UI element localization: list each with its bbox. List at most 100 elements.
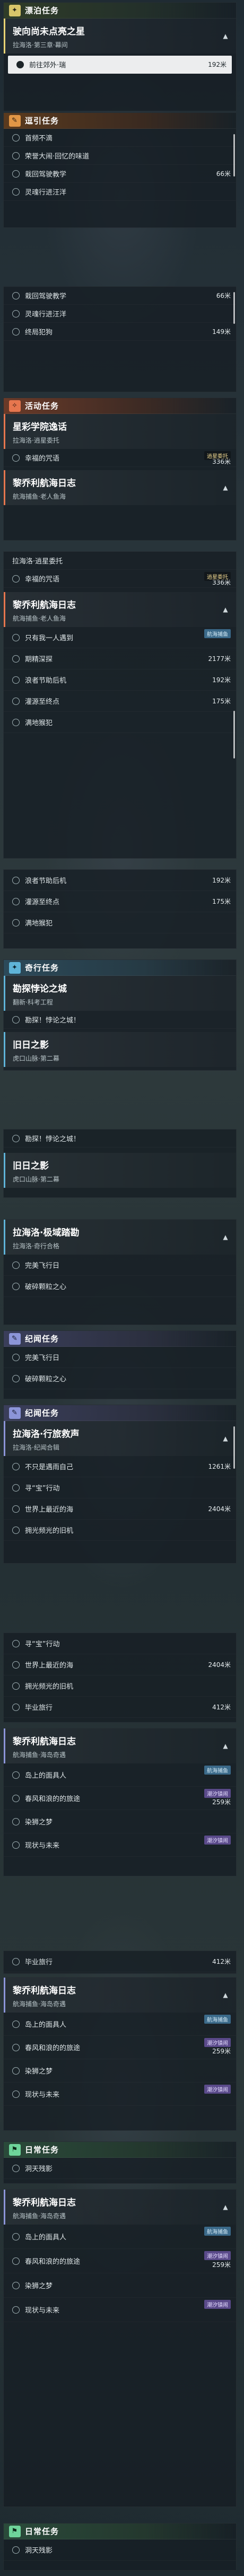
quest-panel: ✎ 逗引任务 首频不滴 荣誉大闹·回忆的味道 栽回驾驶教学 66米 灵魂行进汪洋 (3, 112, 237, 228)
quest-card[interactable]: 驶向尚未点亮之星 拉海洛·第三章·幕间 ▲ (4, 19, 236, 54)
quest-title: 黎乔利航海日志 (13, 1736, 76, 1747)
quest-step[interactable]: 毕业旅行 412米 (4, 1697, 236, 1718)
scrollbar[interactable] (233, 292, 235, 324)
section-header-explore[interactable]: ✎ 逗引任务 (4, 113, 236, 129)
quest-panel: 黎乔利航海日志 航海捕鱼·海岛奇遇 ▲ 岛上的面具人 航海捕鱼 春风和浪的的旅途… (3, 1977, 237, 2131)
section-header-trial[interactable]: ✦ 漂泊任务 (4, 3, 236, 19)
step-label: 幸福的咒语 (25, 576, 60, 584)
quest-step[interactable]: 终局犯狗 149米 (4, 323, 236, 341)
quest-step[interactable]: 不只是遇雨自己 1261米 (4, 1456, 236, 1477)
quest-step[interactable]: 现状与未来 潮汐镇闹 (4, 2083, 236, 2106)
quest-step[interactable]: 完美飞行日 (4, 1347, 236, 1368)
collapse-icon[interactable]: ▲ (220, 604, 231, 615)
quest-step[interactable]: 毕业旅行 412米 (4, 1951, 236, 1972)
collapse-icon[interactable]: ▲ (220, 1433, 231, 1444)
step-label: 染狮之梦 (25, 1819, 53, 1827)
quest-card[interactable]: 黎乔利航海日志 航海捕鱼·老人鱼海 ▲ (4, 470, 236, 505)
collapse-icon[interactable]: ▲ (220, 482, 231, 493)
quest-step[interactable]: 只有我一人遇到 航海捕鱼 (4, 627, 236, 648)
section-header-record[interactable]: ✎ 纪闻任务 (4, 1331, 236, 1347)
quest-step-active[interactable]: 前往郊外·瑞 192米 (8, 56, 232, 74)
section-header-daily[interactable]: ⚑ 日常任务 (4, 2524, 236, 2539)
collapse-icon[interactable]: ▲ (220, 1741, 231, 1751)
collapse-icon[interactable]: ▲ (220, 1990, 231, 2000)
quest-card[interactable]: 拉海洛·行旅救声 拉海洛·纪闻合辑 ▲ (4, 1421, 236, 1456)
quest-step[interactable]: 洞天残影 (4, 2158, 236, 2179)
quest-card[interactable]: 黎乔利航海日志 航海捕鱼·海岛奇遇 ▲ (4, 2190, 236, 2225)
quest-step[interactable]: 满地猴犯 (4, 912, 236, 933)
step-label: 首频不滴 (25, 135, 53, 143)
step-distance: 2177米 (208, 655, 231, 663)
quest-step[interactable]: 拉海洛·逍星委托 (4, 552, 236, 570)
quest-step[interactable]: 拥光频光的旧机 (4, 1675, 236, 1697)
quest-step[interactable]: 寻“宝”行动 (4, 1477, 236, 1498)
quest-card[interactable]: 旧日之影 虎口山脉·第二幕 (4, 1153, 236, 1188)
quest-step[interactable]: 春风和浪的的旅途 潮汐镇闹 259米 (4, 2249, 236, 2273)
quest-step[interactable]: 满地猴犯 (4, 712, 236, 733)
section-header-event[interactable]: ✧ 活动任务 (4, 398, 236, 414)
collapse-icon[interactable]: ▲ (220, 1232, 231, 1242)
quest-step[interactable]: 勘探！悖论之城！ (4, 1011, 236, 1029)
quest-panel: ✎ 纪闻任务 拉海洛·行旅救声 拉海洛·纪闻合辑 ▲ 不只是遇雨自己 1261米… (3, 1405, 237, 1564)
quest-step[interactable]: 岛上的面具人 航海捕鱼 (4, 1763, 236, 1787)
quest-step[interactable]: 破碎颗粒之心 (4, 1368, 236, 1389)
step-radio-icon (12, 310, 20, 317)
quest-step[interactable]: 荣誉大闹·回忆的味道 (4, 147, 236, 165)
quest-step[interactable]: 现状与未来 潮汐镇闹 (4, 1833, 236, 1857)
quest-card[interactable]: 黎乔利航海日志 航海捕鱼·海岛奇遇 ▲ (4, 1728, 236, 1763)
quest-step[interactable]: 破碎颗粒之心 (4, 1276, 236, 1297)
quest-card[interactable]: 黎乔利航海日志 航海捕鱼·老人鱼海 ▲ (4, 592, 236, 627)
section-header-daily[interactable]: ⚑ 日常任务 (4, 2142, 236, 2158)
quest-card[interactable]: 勘探悖论之城 翻新·科考工程 (4, 976, 236, 1011)
quest-card[interactable]: 拉海洛·极域踏勘 拉海洛·奇行合格 ▲ (4, 1220, 236, 1255)
section-header-record[interactable]: ✎ 纪闻任务 (4, 1405, 236, 1421)
scrollbar[interactable] (233, 711, 235, 758)
quest-step[interactable]: 首频不滴 (4, 129, 236, 147)
daily-icon: ⚑ (9, 2143, 21, 2156)
quest-step[interactable]: 灵魂行进汪洋 (4, 305, 236, 323)
quest-step[interactable]: 世界上最近的海 2404米 (4, 1654, 236, 1675)
quest-step[interactable]: 灌源至终点 175米 (4, 691, 236, 712)
step-distance: 1261米 (208, 1463, 231, 1470)
quest-step[interactable]: 浪者节助后机 192米 (4, 669, 236, 691)
quest-card[interactable]: 星彩学院逸话 拉海洛·逍星委托 (4, 414, 236, 449)
quest-step[interactable]: 岛上的面具人 航海捕鱼 (4, 2013, 236, 2036)
quest-step[interactable]: 春风和浪的的旅途 潮汐镇闹 259米 (4, 1787, 236, 1810)
quest-step[interactable]: 幸福的咒语 逍星委托 336米 (4, 449, 236, 467)
quest-step[interactable]: 岛上的面具人 航海捕鱼 (4, 2225, 236, 2249)
quest-step[interactable]: 浪者节助后机 192米 (4, 870, 236, 891)
section-header-companion[interactable]: ✦ 奇行任务 (4, 960, 236, 976)
step-distance: 259米 (212, 1798, 231, 1806)
collapse-icon[interactable]: ▲ (220, 31, 231, 41)
quest-tag: 潮汐镇闹 (204, 2085, 231, 2094)
quest-step[interactable]: 染狮之梦 (4, 2273, 236, 2298)
quest-step[interactable]: 染狮之梦 (4, 1810, 236, 1833)
quest-tag: 航海捕鱼 (204, 629, 231, 638)
quest-step[interactable]: 勘探！悖论之城！ (4, 1130, 236, 1148)
daily-icon: ⚑ (9, 2525, 21, 2537)
scrollbar[interactable] (233, 134, 235, 177)
quest-card[interactable]: 黎乔利航海日志 航海捕鱼·海岛奇遇 ▲ (4, 1978, 236, 2013)
quest-step[interactable]: 期精深探 2177米 (4, 648, 236, 669)
quest-step[interactable]: 春风和浪的的旅途 潮汐镇闹 259米 (4, 2036, 236, 2059)
quest-step[interactable]: 寻“宝”行动 (4, 1633, 236, 1654)
step-radio-icon (12, 1661, 20, 1669)
step-label: 洞天残影 (25, 2165, 53, 2173)
quest-panel: 栽回驾驶教学 66米 灵魂行进汪洋 终局犯狗 149米 (3, 286, 237, 392)
quest-subtitle: 拉海洛·奇行合格 (13, 1242, 59, 1250)
quest-step[interactable]: 幸福的咒语 逍星委托 336米 (4, 570, 236, 588)
quest-step[interactable]: 现状与未来 潮汐镇闹 (4, 2298, 236, 2322)
quest-step[interactable]: 完美飞行日 (4, 1255, 236, 1276)
quest-step[interactable]: 洞天残影 (4, 2539, 236, 2561)
quest-card[interactable]: 旧日之影 虎口山脉·第二幕 (4, 1032, 236, 1067)
quest-step[interactable]: 染狮之梦 (4, 2059, 236, 2083)
quest-step[interactable]: 栽回驾驶教学 66米 (4, 287, 236, 305)
quest-step[interactable]: 拥光频光的旧机 (4, 1520, 236, 1541)
quest-step[interactable]: 灌源至终点 175米 (4, 891, 236, 912)
step-distance: 259米 (212, 2048, 231, 2055)
quest-step[interactable]: 栽回驾驶教学 66米 (4, 165, 236, 183)
collapse-icon[interactable]: ▲ (220, 2202, 231, 2212)
scrollbar[interactable] (233, 1426, 235, 1469)
quest-step[interactable]: 世界上最近的海 2404米 (4, 1498, 236, 1520)
quest-step[interactable]: 灵魂行进汪洋 (4, 183, 236, 201)
